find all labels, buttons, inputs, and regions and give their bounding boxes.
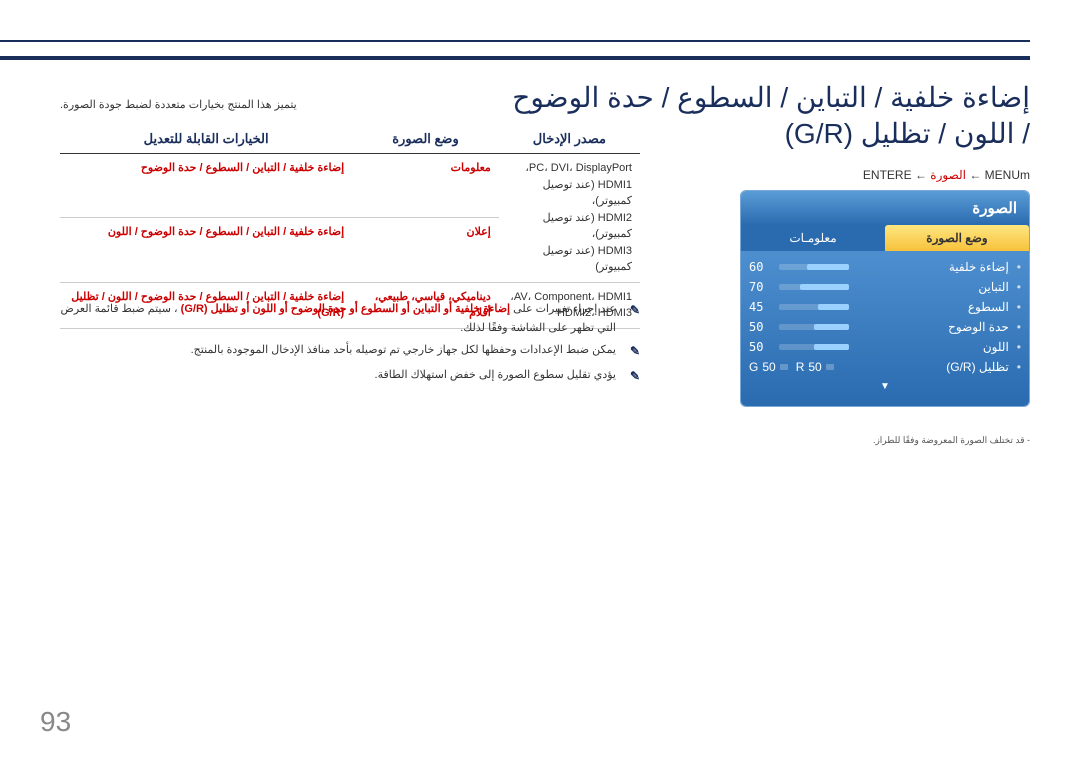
bullet-icon: • (1017, 300, 1021, 314)
note-icon: ✎ (624, 300, 640, 320)
tint-g-value: 50 (762, 360, 775, 374)
title-line-1: إضاءة خلفية / التباين / السطوع / حدة الو… (512, 82, 1030, 113)
osd-row-contrast[interactable]: • التباين 70 (749, 277, 1021, 297)
osd-label: إضاءة خلفية (949, 260, 1009, 274)
slider-track[interactable] (779, 264, 849, 270)
osd-value: 50 (749, 340, 773, 354)
arrow-left-icon: ← (915, 168, 927, 182)
bullet-icon: • (1017, 260, 1021, 274)
osd-label: التباين (978, 280, 1008, 294)
chevron-down-icon[interactable]: ▼ (749, 377, 1021, 392)
hint-text: يؤدي تقليل سطوع الصورة إلى خفض استهلاك ا… (375, 369, 616, 381)
tint-r-label: R (796, 360, 805, 374)
cell-input: PC، DVI، DisplayPort، HDMI1 (عند توصيل ك… (499, 154, 640, 283)
hint-text: يمكن ضبط الإعدادات وحفظها لكل جهاز خارجي… (191, 344, 616, 356)
title-line-2: / اللون / تظليل (G/R) (785, 118, 1030, 149)
note-icon: ✎ (624, 341, 640, 361)
hint-item: ✎ عند إجراء تغييرات على إضاءة خلفية أو ا… (60, 300, 640, 337)
cell-mode: معلومات (352, 154, 499, 218)
osd-value: 70 (749, 280, 773, 294)
slider-track[interactable] (779, 284, 849, 290)
bc-enter: ENTERE (863, 168, 912, 182)
slider-track[interactable] (779, 344, 849, 350)
th-options: الخيارات القابلة للتعديل (60, 125, 352, 154)
osd-row-tint[interactable]: • تظليل (G/R) G 50 R 50 (749, 357, 1021, 377)
th-mode: وضع الصورة (352, 125, 499, 154)
hint-text-pre: عند إجراء تغييرات على (510, 303, 616, 315)
osd-panel: الصورة وضع الصورة معلومـات • إضاءة خلفية … (740, 190, 1030, 407)
th-input: مصدر الإدخال (499, 125, 640, 154)
header-bar (0, 40, 1030, 60)
table-row: PC، DVI، DisplayPort، HDMI1 (عند توصيل ك… (60, 154, 640, 218)
osd-title: الصورة (741, 191, 1029, 225)
bullet-icon: • (1017, 280, 1021, 294)
osd-label: السطوع (968, 300, 1009, 314)
osd-value: 60 (749, 260, 773, 274)
osd-value: 45 (749, 300, 773, 314)
cell-mode: إعلان (352, 218, 499, 282)
cell-opts: إضاءة خلفية / التباين / السطوع / حدة الو… (60, 218, 352, 282)
osd-row-backlight[interactable]: • إضاءة خلفية 60 (749, 257, 1021, 277)
osd-tabs: وضع الصورة معلومـات (741, 225, 1029, 251)
hint-item: ✎ يؤدي تقليل سطوع الصورة إلى خفض استهلاك… (60, 366, 640, 386)
bc-picture: الصورة (930, 168, 966, 182)
osd-label: اللون (983, 340, 1009, 354)
tint-r-value: 50 (808, 360, 821, 374)
tab-picture-mode[interactable]: وضع الصورة (885, 225, 1029, 251)
osd-row-color[interactable]: • اللون 50 (749, 337, 1021, 357)
osd-label: تظليل (G/R) (946, 360, 1009, 374)
osd-row-brightness[interactable]: • السطوع 45 (749, 297, 1021, 317)
bc-menu: MENUm (985, 168, 1030, 182)
hint-item: ✎ يمكن ضبط الإعدادات وحفظها لكل جهاز خار… (60, 341, 640, 361)
tint-g-label: G (749, 360, 758, 374)
osd-row-sharpness[interactable]: • حدة الوضوح 50 (749, 317, 1021, 337)
slider-track[interactable] (779, 304, 849, 310)
input-mode-table: مصدر الإدخال وضع الصورة الخيارات القابلة… (60, 125, 640, 329)
bullet-icon: • (1017, 360, 1021, 374)
osd-note: - قد تختلف الصورة المعروضة وفقًا للطراز. (873, 435, 1030, 446)
arrow-left-icon: ← (969, 168, 981, 182)
mini-slider (826, 364, 834, 370)
bullet-icon: • (1017, 320, 1021, 334)
cell-opts: إضاءة خلفية / التباين / السطوع / حدة الو… (60, 154, 352, 218)
tab-information[interactable]: معلومـات (741, 225, 885, 251)
osd-label: حدة الوضوح (948, 320, 1009, 334)
osd-body: • إضاءة خلفية 60 • التباين 70 • السطوع 45 •… (741, 251, 1029, 406)
breadcrumb: MENUm ← الصورة ← ENTERE (863, 168, 1030, 182)
osd-value: 50 (749, 320, 773, 334)
slider-track[interactable] (779, 324, 849, 330)
bullet-icon: • (1017, 340, 1021, 354)
page-number: 93 (40, 706, 71, 738)
hints-list: ✎ عند إجراء تغييرات على إضاءة خلفية أو ا… (60, 300, 640, 390)
mini-slider (780, 364, 788, 370)
note-icon: ✎ (624, 366, 640, 386)
intro-text: يتميز هذا المنتج بخيارات متعددة لضبط جود… (60, 98, 297, 111)
hint-highlight: إضاءة خلفية أو التباين أو السطوع أو حدة … (181, 303, 510, 315)
